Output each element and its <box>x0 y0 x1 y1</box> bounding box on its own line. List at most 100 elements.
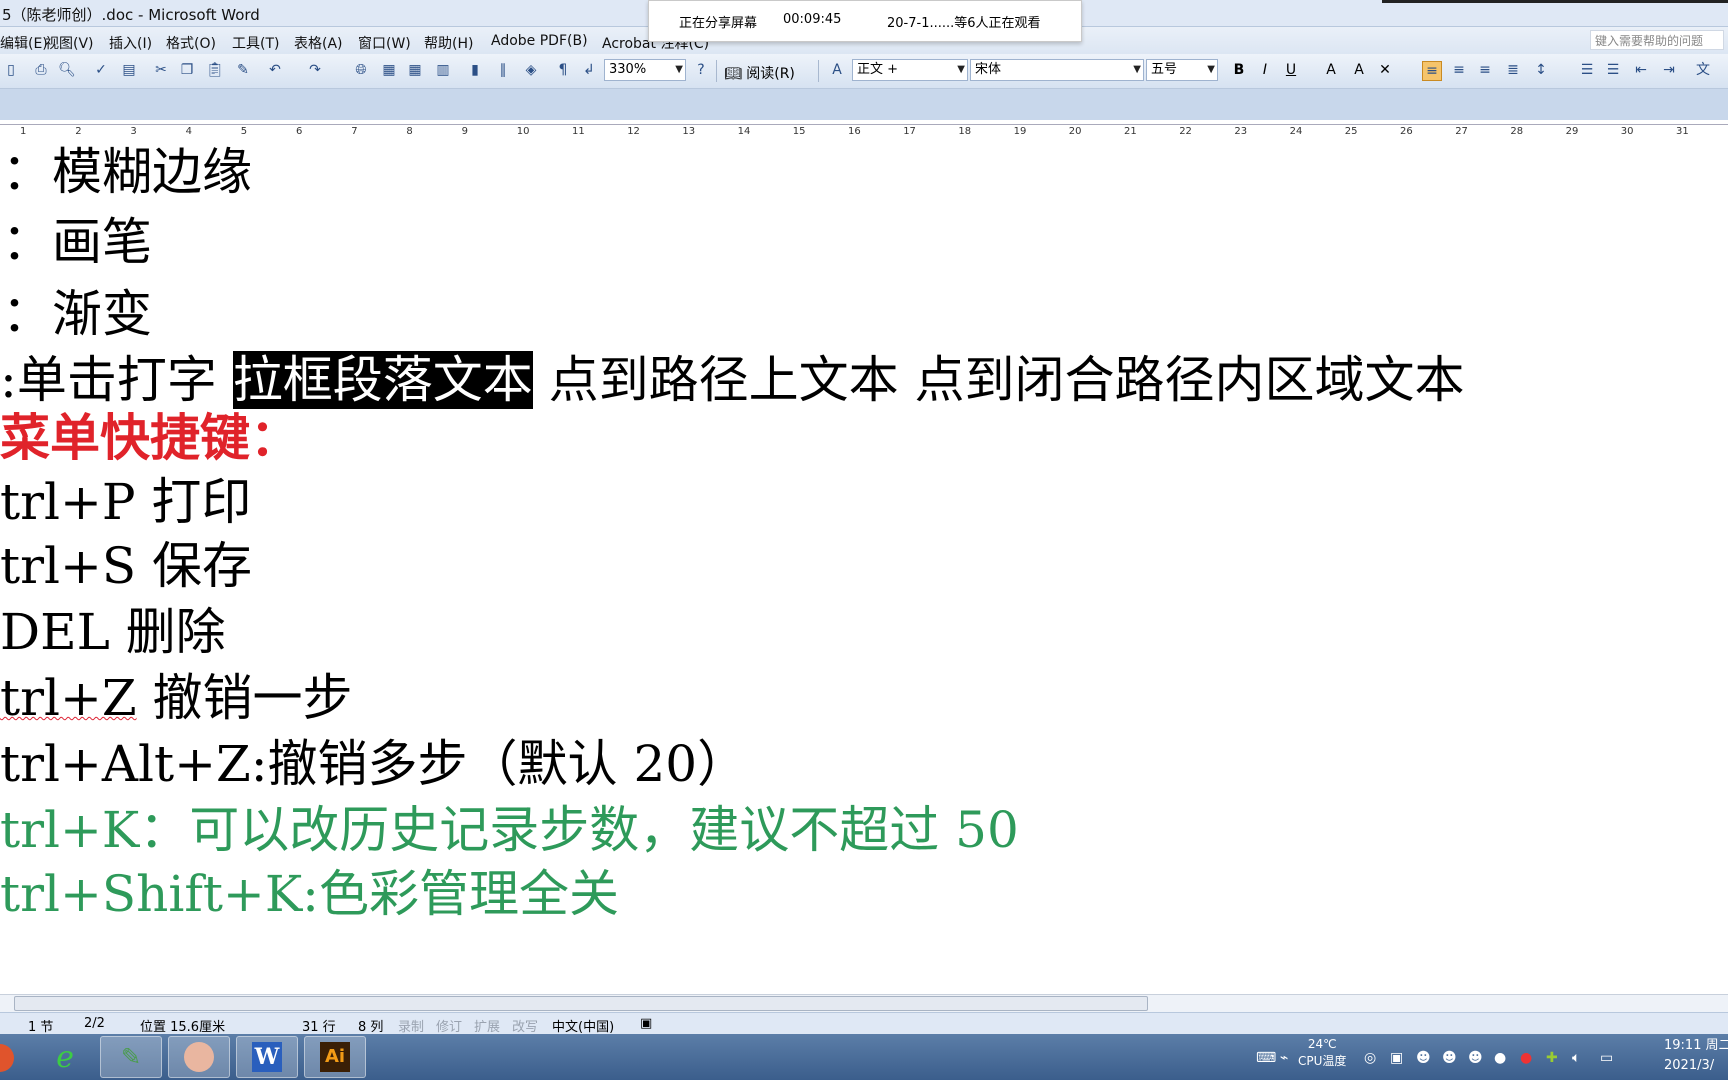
read-button[interactable]: 📖︎ 阅读(R) <box>724 63 795 83</box>
format-painter-icon[interactable]: ✎ <box>234 61 252 79</box>
screen-share-banner[interactable]: 正在分享屏幕 00:09:45 20-7-1......等6人正在观看 <box>648 0 1082 42</box>
menu-insert[interactable]: 插入(I) <box>109 33 152 53</box>
increase-indent-icon[interactable]: ⇥ <box>1660 61 1678 79</box>
ruler-mark: 16 <box>848 126 861 137</box>
menu-format[interactable]: 格式(O) <box>166 33 216 53</box>
scrollbar-thumb[interactable] <box>14 996 1148 1011</box>
show-hide-icon[interactable]: ¶ <box>554 61 572 79</box>
wechat-icon[interactable]: ● <box>1494 1050 1506 1066</box>
new-document-icon[interactable]: ▯ <box>2 61 20 79</box>
document-page[interactable]: ：模糊边缘 ：画笔 ：渐变 :单击打字 拉框段落文本 点到路径上文本 点到闭合路… <box>0 142 1728 994</box>
print-preview-icon[interactable]: 🔍︎ <box>58 61 76 79</box>
menu-view[interactable]: 视图(V) <box>45 33 94 53</box>
spelling-status-icon[interactable]: ▣ <box>640 1016 652 1031</box>
doc-line: trl+Z 撤销一步 <box>0 668 353 728</box>
plus-icon[interactable]: ✚ <box>1546 1050 1558 1066</box>
misspelled-word[interactable]: trl+Z <box>0 669 137 727</box>
justify-icon[interactable]: ≣ <box>1504 61 1522 79</box>
network-icon[interactable]: ⌁ <box>1280 1050 1288 1066</box>
char-shading-icon[interactable]: A <box>1350 61 1368 79</box>
doc-line: trl+Alt+Z:撤销多步（默认 20） <box>0 735 748 793</box>
status-overtype[interactable]: 改写 <box>512 1016 538 1035</box>
copy-icon[interactable]: ❐ <box>178 61 196 79</box>
keyboard-icon[interactable]: ⌨ <box>1256 1050 1276 1066</box>
menu-tools[interactable]: 工具(T) <box>232 33 279 53</box>
clock-date: 2021/3/ <box>1664 1058 1715 1073</box>
font-select[interactable]: 宋体 ▼ <box>970 59 1144 81</box>
style-select[interactable]: 正文 + ▼ <box>852 59 968 81</box>
share-viewers[interactable]: 20-7-1......等6人正在观看 <box>887 12 1041 31</box>
selected-text[interactable]: 拉框段落文本 <box>232 351 533 409</box>
ruler-mark: 25 <box>1344 126 1358 137</box>
pilcrow-icon[interactable]: ↲ <box>580 61 598 79</box>
zoom-select[interactable]: 330% ▼ <box>604 59 686 81</box>
paint-app-icon[interactable]: ✎ <box>100 1036 162 1078</box>
ie-browser-icon[interactable]: ℯ <box>34 1036 96 1078</box>
decrease-indent-icon[interactable]: ⇤ <box>1632 61 1650 79</box>
qq-icon[interactable]: ☻ <box>1442 1050 1457 1066</box>
chevron-down-icon: ▼ <box>1133 64 1141 75</box>
insert-table-icon[interactable]: ▦ <box>406 61 424 79</box>
print-icon[interactable]: ⎙ <box>32 61 50 79</box>
illustrator-app-icon[interactable]: Ai <box>304 1036 366 1078</box>
columns-icon[interactable]: ▮ <box>466 61 484 79</box>
redo-icon[interactable]: ↷ <box>306 61 324 79</box>
tray-app-icon[interactable]: ◎ <box>1364 1050 1376 1066</box>
underline-icon[interactable]: U <box>1282 61 1300 79</box>
italic-icon[interactable]: I <box>1256 61 1274 79</box>
align-right-icon[interactable]: ≡ <box>1476 61 1494 79</box>
line-spacing-icon[interactable]: ↕ <box>1532 61 1550 79</box>
spelling-icon[interactable]: ✓ <box>92 61 110 79</box>
avatar-app-icon[interactable] <box>168 1036 230 1078</box>
align-left-icon[interactable]: ≡ <box>1422 61 1442 81</box>
cut-icon[interactable]: ✂ <box>152 61 170 79</box>
horizontal-ruler[interactable] <box>0 124 1728 143</box>
research-icon[interactable]: ▤ <box>120 61 138 79</box>
styles-formatting-icon[interactable]: A <box>828 61 846 79</box>
record-icon[interactable]: ● <box>1520 1050 1532 1066</box>
menu-window[interactable]: 窗口(W) <box>358 33 411 53</box>
bullets-icon[interactable]: ☰ <box>1604 61 1622 79</box>
undo-icon[interactable]: ↶ <box>266 61 284 79</box>
drawing-icon[interactable]: ∥ <box>494 61 512 79</box>
bold-icon[interactable]: B <box>1230 61 1248 79</box>
tables-borders-icon[interactable]: ▦ <box>380 61 398 79</box>
char-border-icon[interactable]: A <box>1322 61 1340 79</box>
paste-icon[interactable]: 📋︎ <box>206 61 224 79</box>
document-map-icon[interactable]: ◈ <box>522 61 540 79</box>
help-icon[interactable]: ? <box>692 61 710 79</box>
ruler-mark: 23 <box>1234 126 1248 137</box>
menu-help[interactable]: 帮助(H) <box>424 33 473 53</box>
doc-line-rest: 撤销一步 <box>136 669 353 727</box>
share-status: 正在分享屏幕 <box>679 16 758 31</box>
doc-line: trl+P 打印 <box>0 473 252 531</box>
menu-edit[interactable]: 编辑(E) <box>0 33 48 53</box>
ruler-mark: 9 <box>461 126 468 137</box>
font-size-select[interactable]: 五号 ▼ <box>1146 59 1218 81</box>
word-app-icon[interactable]: W <box>236 1036 298 1078</box>
menu-adobe-pdf[interactable]: Adobe PDF(B) <box>491 33 588 49</box>
status-extend[interactable]: 扩展 <box>474 1016 500 1035</box>
shortcut-heading: 菜单快捷键： <box>0 408 300 467</box>
hyperlink-icon[interactable]: 🌐︎ <box>352 61 370 79</box>
align-center-icon[interactable]: ≡ <box>1450 61 1468 79</box>
status-language[interactable]: 中文(中国) <box>552 1016 614 1035</box>
status-record[interactable]: 录制 <box>398 1016 424 1035</box>
qq-icon[interactable]: ☻ <box>1468 1050 1483 1066</box>
char-scale-icon[interactable]: ✕ <box>1376 61 1394 79</box>
doc-line-green: trl+Shift+K:色彩管理全关 <box>0 865 620 923</box>
tray-monitor-icon[interactable]: ▣ <box>1390 1050 1403 1066</box>
status-track-changes[interactable]: 修订 <box>436 1016 462 1035</box>
help-search-input[interactable]: 键入需要帮助的问题 <box>1590 30 1724 50</box>
insert-excel-icon[interactable]: ▥ <box>434 61 452 79</box>
system-clock[interactable]: 19:11 周二 2021/3/ <box>1664 1036 1728 1076</box>
qq-icon[interactable]: ☻ <box>1416 1050 1431 1066</box>
window-title: 5（陈老师创）.doc - Microsoft Word <box>2 6 260 24</box>
display-icon[interactable]: ▭ <box>1600 1050 1613 1066</box>
numbering-icon[interactable]: ☰ <box>1578 61 1596 79</box>
menu-table[interactable]: 表格(A) <box>294 33 343 53</box>
clock-time: 19:11 周二 <box>1664 1038 1728 1053</box>
ruler-mark: 17 <box>903 126 916 137</box>
volume-icon[interactable]: 🔈︎ <box>1572 1050 1580 1066</box>
phonetic-guide-icon[interactable]: 文 <box>1694 61 1712 79</box>
